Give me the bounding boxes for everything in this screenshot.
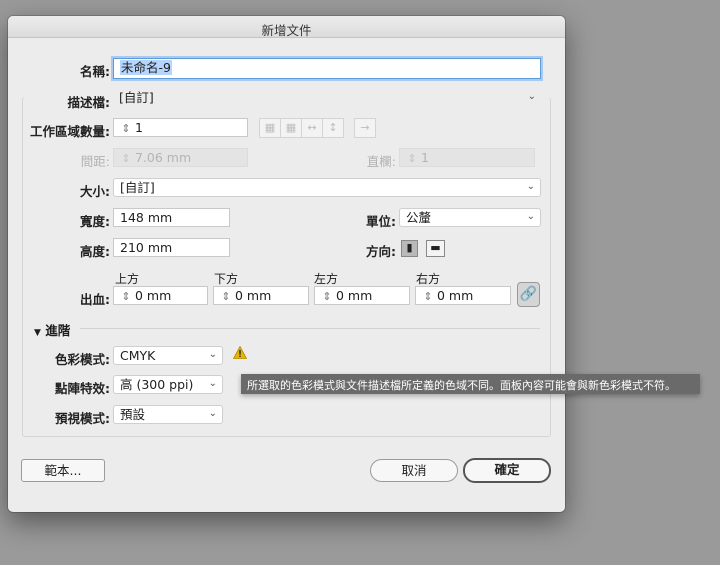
profile-value: [自訂] bbox=[119, 90, 154, 105]
change-to-rtl-icon[interactable]: → bbox=[354, 118, 376, 138]
portrait-orientation-icon[interactable]: ▮ bbox=[401, 240, 418, 257]
chevron-down-icon: ⌄ bbox=[208, 349, 217, 360]
artboards-value: 1 bbox=[135, 120, 143, 135]
raster-effects-value: 高 (300 ppi) bbox=[120, 377, 194, 392]
grid-by-column-icon[interactable]: ▦ bbox=[280, 118, 302, 138]
stepper-icon: ⇕ bbox=[121, 152, 131, 165]
preview-mode-dropdown[interactable]: 預設 ⌄ bbox=[113, 405, 223, 424]
chevron-down-icon: ⌄ bbox=[526, 181, 535, 192]
preview-mode-label: 預視模式: bbox=[55, 411, 110, 426]
chevron-down-icon: ⌄ bbox=[527, 91, 536, 102]
grid-by-row-icon[interactable]: ▦ bbox=[259, 118, 281, 138]
spacing-label: 間距: bbox=[80, 154, 110, 169]
advanced-toggle[interactable]: ▼ 進階 bbox=[34, 320, 70, 339]
profile-dropdown[interactable]: [自訂] ⌄ bbox=[113, 89, 541, 108]
columns-field: ⇕ 1 bbox=[399, 148, 535, 167]
columns-value: 1 bbox=[421, 150, 429, 165]
height-field[interactable]: 210 mm bbox=[113, 238, 230, 257]
size-dropdown[interactable]: [自訂] ⌄ bbox=[113, 178, 541, 197]
bleed-top-value: 0 mm bbox=[135, 288, 172, 303]
stepper-icon[interactable]: ⇕ bbox=[321, 290, 333, 304]
bleed-left-value: 0 mm bbox=[336, 288, 373, 303]
bleed-top-label: 上方 bbox=[115, 272, 140, 286]
height-value: 210 mm bbox=[120, 240, 173, 255]
disclosure-triangle-icon: ▼ bbox=[34, 328, 41, 338]
stepper-icon[interactable]: ⇕ bbox=[220, 290, 232, 304]
title-bar: 新增文件 bbox=[8, 16, 565, 38]
bleed-right-label: 右方 bbox=[416, 272, 441, 286]
spacing-value: 7.06 mm bbox=[135, 150, 192, 165]
new-document-dialog: 新增文件 名稱: 未命名-9 描述檔: [自訂] ⌄ 工作區域數量: ⇕ 1 ▦ … bbox=[8, 16, 565, 512]
chevron-down-icon: ⌄ bbox=[208, 378, 217, 389]
bleed-bottom-field[interactable]: ⇕ 0 mm bbox=[213, 286, 309, 305]
height-label: 高度: bbox=[80, 244, 110, 259]
units-label: 單位: bbox=[366, 214, 396, 229]
bleed-left-field[interactable]: ⇕ 0 mm bbox=[314, 286, 410, 305]
advanced-divider bbox=[80, 328, 540, 329]
bleed-right-field[interactable]: ⇕ 0 mm bbox=[415, 286, 511, 305]
bleed-right-value: 0 mm bbox=[437, 288, 474, 303]
artboards-label: 工作區域數量: bbox=[30, 124, 110, 139]
color-mode-label: 色彩模式: bbox=[55, 352, 110, 367]
color-mode-value: CMYK bbox=[120, 348, 156, 363]
color-mode-dropdown[interactable]: CMYK ⌄ bbox=[113, 346, 223, 365]
spacing-field: ⇕ 7.06 mm bbox=[113, 148, 248, 167]
bleed-top-field[interactable]: ⇕ 0 mm bbox=[113, 286, 208, 305]
size-label: 大小: bbox=[80, 184, 110, 199]
width-value: 148 mm bbox=[120, 210, 173, 225]
units-dropdown[interactable]: 公釐 ⌄ bbox=[399, 208, 541, 227]
raster-effects-label: 點陣特效: bbox=[55, 381, 110, 396]
preview-mode-value: 預設 bbox=[120, 407, 146, 422]
stepper-icon[interactable]: ⇕ bbox=[120, 122, 132, 136]
size-value: [自訂] bbox=[120, 180, 155, 195]
columns-label: 直欄: bbox=[366, 154, 396, 169]
raster-effects-dropdown[interactable]: 高 (300 ppi) ⌄ bbox=[113, 375, 223, 394]
chevron-down-icon: ⌄ bbox=[526, 211, 535, 222]
landscape-orientation-icon[interactable]: ▬ bbox=[426, 240, 445, 257]
name-label: 名稱: bbox=[80, 64, 110, 79]
arrange-by-row-icon[interactable]: ↔ bbox=[301, 118, 323, 138]
artboards-field[interactable]: ⇕ 1 bbox=[113, 118, 248, 137]
advanced-label: 進階 bbox=[45, 323, 71, 338]
bleed-left-label: 左方 bbox=[314, 272, 339, 286]
chain-link-icon[interactable]: 🔗 bbox=[517, 282, 540, 307]
orientation-label: 方向: bbox=[366, 244, 396, 259]
arrange-by-column-icon[interactable]: ↕ bbox=[322, 118, 344, 138]
width-field[interactable]: 148 mm bbox=[113, 208, 230, 227]
ok-button[interactable]: 確定 bbox=[463, 458, 551, 483]
stepper-icon[interactable]: ⇕ bbox=[120, 290, 132, 304]
templates-button[interactable]: 範本... bbox=[21, 459, 105, 482]
chevron-down-icon: ⌄ bbox=[208, 408, 217, 419]
stepper-icon: ⇕ bbox=[407, 152, 417, 165]
warning-icon[interactable] bbox=[233, 346, 247, 359]
bleed-bottom-value: 0 mm bbox=[235, 288, 272, 303]
stepper-icon[interactable]: ⇕ bbox=[422, 290, 434, 304]
bleed-bottom-label: 下方 bbox=[214, 272, 239, 286]
name-value: 未命名-9 bbox=[120, 60, 172, 75]
cancel-button[interactable]: 取消 bbox=[370, 459, 458, 482]
name-field[interactable]: 未命名-9 bbox=[113, 58, 541, 79]
color-gamut-warning-tooltip: 所選取的色彩模式與文件描述檔所定義的色域不同。面板內容可能會與新色彩模式不符。 bbox=[241, 374, 700, 394]
width-label: 寬度: bbox=[80, 214, 110, 229]
profile-label: 描述檔: bbox=[48, 92, 110, 111]
bleed-label: 出血: bbox=[80, 292, 110, 307]
units-value: 公釐 bbox=[406, 210, 432, 225]
dialog-title: 新增文件 bbox=[261, 23, 312, 38]
